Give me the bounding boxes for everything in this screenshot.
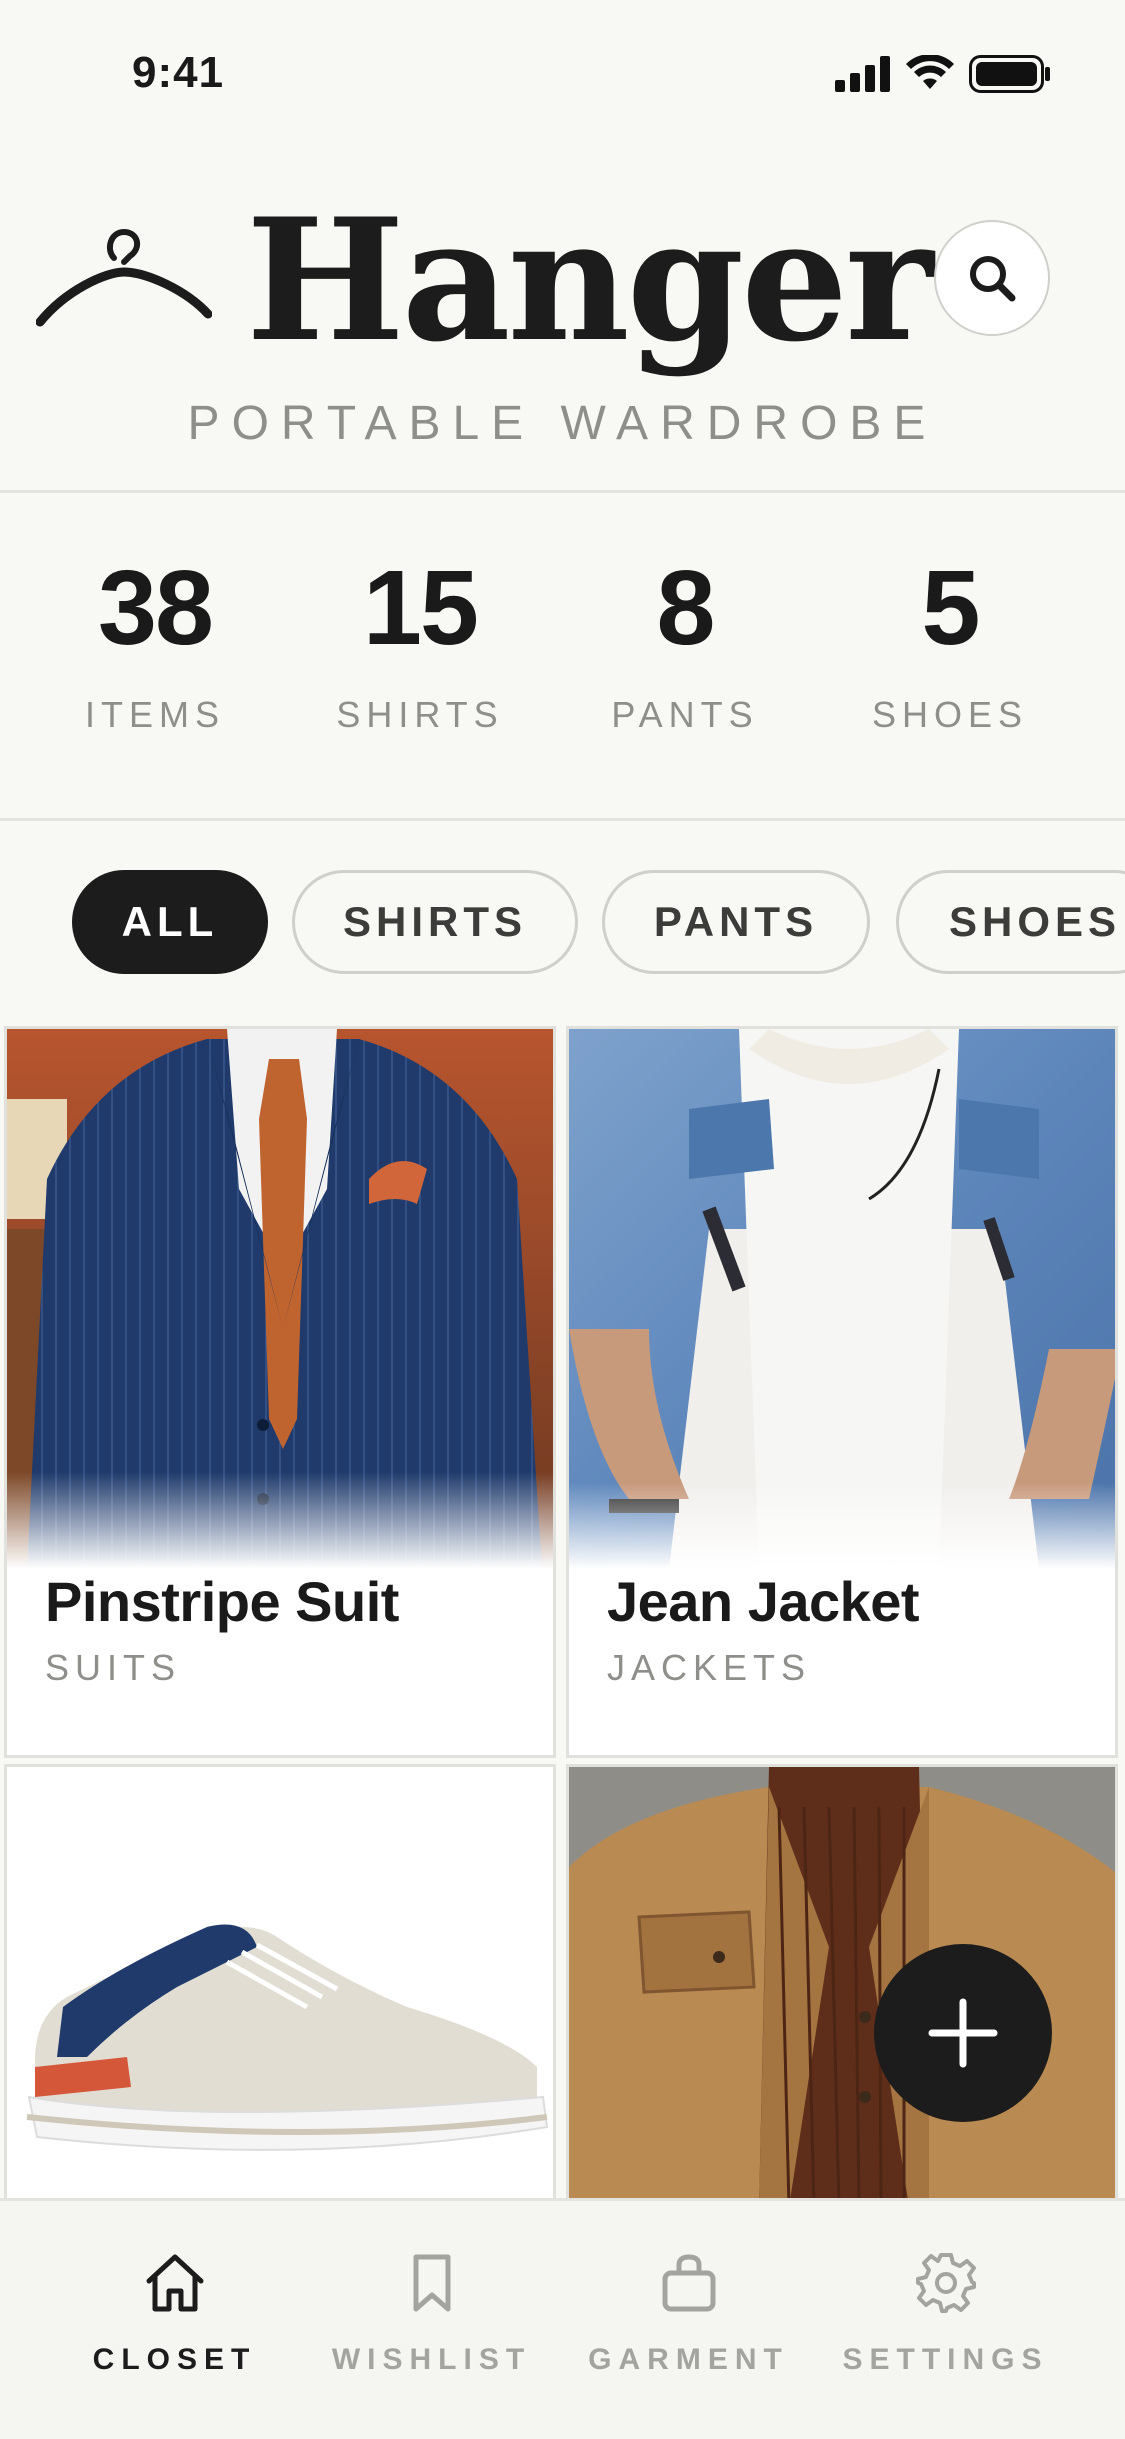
stat-label: SHOES [871,694,1029,735]
item-card-jean-jacket[interactable]: Jean Jacket JACKETS [566,1026,1118,1758]
filter-chip-shirts[interactable]: SHIRTS [292,870,578,974]
brand-title: Hanger [246,181,934,379]
wifi-icon [906,55,954,89]
filter-chip-pants[interactable]: PANTS [602,870,870,974]
battery-icon [969,55,1050,93]
divider [0,818,1125,821]
filter-chip-shoes[interactable]: SHOES [896,870,1125,974]
nav-label: WISHLIST [331,2343,532,2376]
item-card-sneaker[interactable] [4,1764,556,2204]
bottom-nav: CLOSET WISHLIST GARMENT SETTINGS [0,2198,1125,2439]
app-header: Hanger [0,181,1125,390]
stat-label: ITEMS [84,694,225,735]
nav-label: GARMENT [588,2343,789,2376]
stat-value: 8 [656,549,716,667]
status-time: 9:41 [132,48,225,97]
plus-icon [928,1998,998,2068]
jacket-photo [569,1029,1115,1569]
hanger-logo-icon [36,228,212,327]
item-category: SUITS [45,1647,182,1688]
status-icons [835,55,1051,93]
status-bar: 9:41 [0,0,1125,150]
stat-label: PANTS [611,694,759,735]
stat-value: 5 [921,549,981,667]
stat-pants[interactable]: 8 PANTS [550,493,820,736]
stat-label: SHIRTS [336,694,504,735]
sneaker-photo [7,1767,553,2201]
nav-label: SETTINGS [842,2343,1049,2376]
item-name: Jean Jacket [607,1570,920,1633]
stat-value: 15 [363,549,479,667]
filter-chip-all[interactable]: ALL [72,870,268,974]
search-icon [970,256,1016,302]
nav-item-garment[interactable]: GARMENT [548,2201,829,2439]
nav-item-wishlist[interactable]: WISHLIST [291,2201,572,2439]
nav-label: CLOSET [92,2343,257,2376]
tagline: PORTABLE WARDROBE [187,397,938,450]
nav-item-closet[interactable]: CLOSET [34,2201,315,2439]
search-button[interactable] [934,220,1050,336]
stat-shoes[interactable]: 5 SHOES [815,493,1085,736]
item-image-sneaker [7,1767,553,2201]
stat-items[interactable]: 38 ITEMS [20,493,290,736]
stat-shirts[interactable]: 15 SHIRTS [285,493,555,736]
home-icon [146,2254,203,2312]
stats-row: 38 ITEMS 15 SHIRTS 8 PANTS 5 SHOES [0,493,1125,818]
suit-photo [7,1029,553,1569]
bag-icon [662,2254,715,2312]
item-category: JACKETS [607,1647,812,1688]
item-image-suit [7,1029,553,1569]
nav-item-settings[interactable]: SETTINGS [805,2201,1086,2439]
item-card-pinstripe-suit[interactable]: Pinstripe Suit SUITS [4,1026,556,1758]
cellular-signal-icon [835,56,890,92]
filter-chips: ALL SHIRTS PANTS SHOES [0,870,1125,974]
gear-icon [915,2253,976,2313]
item-name: Pinstripe Suit [45,1570,399,1633]
item-image-jacket [569,1029,1115,1569]
add-item-button[interactable] [874,1944,1052,2122]
stat-value: 38 [98,549,214,667]
bookmark-icon [413,2254,450,2312]
